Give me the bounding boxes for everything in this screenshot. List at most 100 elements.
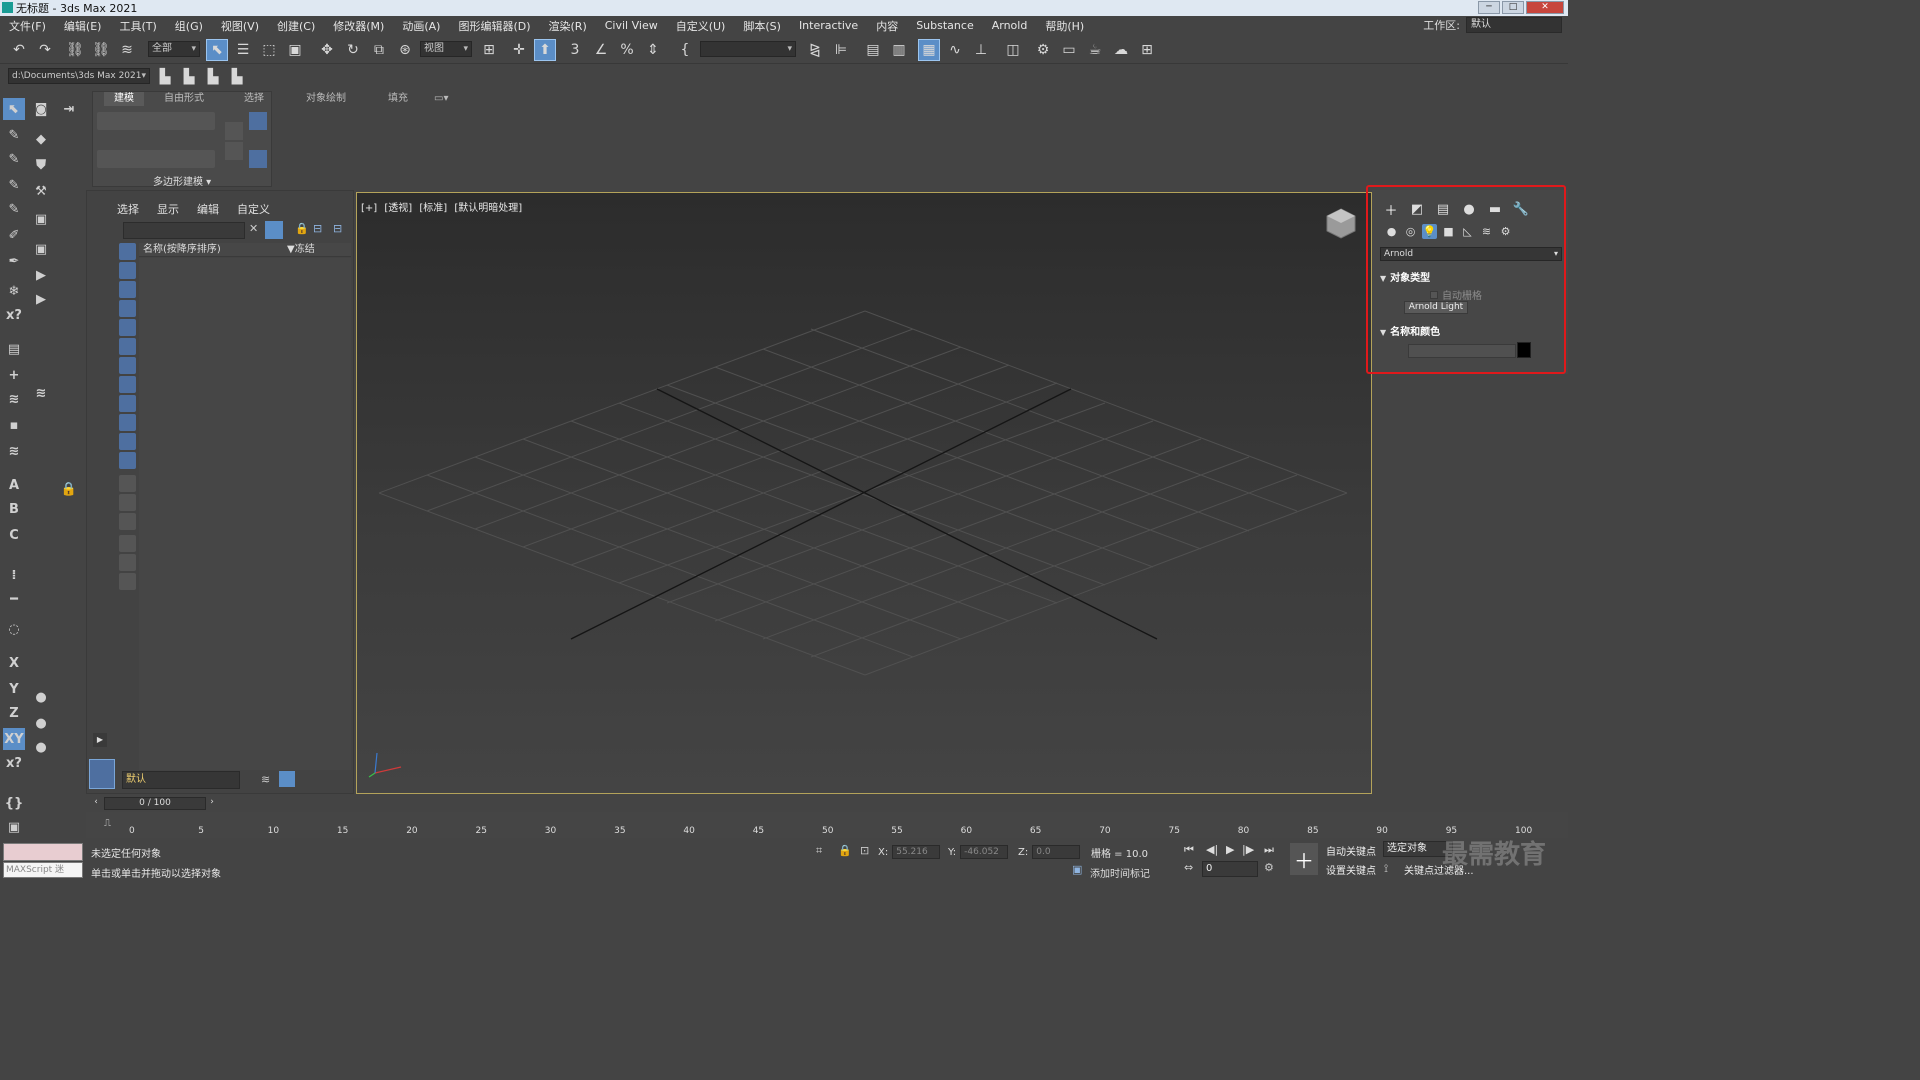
render-setup-icon[interactable]: ⚙ [1032, 39, 1054, 61]
text-c-icon[interactable]: C [3, 524, 25, 546]
menu-view[interactable]: 视图(V) [212, 18, 268, 34]
viewcube-icon[interactable] [1325, 207, 1357, 239]
text-b-icon[interactable]: B [3, 498, 25, 520]
coord-y-input[interactable]: -46.052 [960, 845, 1009, 859]
column-name[interactable]: 名称(按降序排序) [143, 244, 221, 255]
angle-snap-icon[interactable]: ∠ [590, 39, 612, 61]
rendered-frame-window-icon[interactable]: ▭ [1058, 39, 1080, 61]
goto-end-icon[interactable]: ⏭ [1264, 843, 1274, 857]
lock-explorer-icon[interactable]: 🔒 [295, 222, 309, 235]
filter-funnel2-icon[interactable] [119, 554, 136, 571]
close-button[interactable]: ✕ [1526, 1, 1564, 14]
curve-editor-mini-icon[interactable]: ⎍ [104, 818, 111, 829]
vertex-paint-icon[interactable]: ✐ [3, 224, 25, 246]
clear-search-icon[interactable]: ✕ [249, 222, 258, 235]
key-filter-icon[interactable]: ⟟ [1384, 862, 1388, 876]
brush-icon[interactable]: ✎ [3, 148, 25, 170]
link-icon[interactable]: ⛓ [64, 39, 86, 61]
maxscript-listener[interactable] [3, 843, 83, 861]
add-layer-icon[interactable]: + [3, 364, 25, 386]
cube-select-icon[interactable]: ▣ [30, 208, 52, 230]
set-key-button[interactable]: 设置关键点 [1326, 862, 1376, 877]
time-slider[interactable]: 0 / 100 [104, 797, 206, 810]
set-key-icon[interactable]: ＋ [1290, 843, 1318, 875]
coord-z-input[interactable]: 0.0 [1032, 845, 1081, 859]
shirt-icon[interactable]: ⛊ [30, 154, 52, 176]
circle-grey-icon[interactable]: ● [30, 686, 52, 708]
material-editor-icon[interactable]: ◫ [1002, 39, 1024, 61]
select-object-icon[interactable]: ⬉ [206, 39, 228, 61]
menu-modifiers[interactable]: 修改器(M) [324, 18, 393, 34]
ribbon-panel-label[interactable]: 多边形建模 ▾ [153, 173, 211, 188]
measure-icon[interactable]: ━ [3, 588, 25, 610]
edit-named-sel-icon[interactable]: { [674, 39, 696, 61]
circle-grey3-icon[interactable]: ● [30, 736, 52, 758]
workspace-dropdown[interactable]: 默认 [1466, 17, 1562, 33]
filter-xrefs-icon[interactable] [119, 376, 136, 393]
stack-icon[interactable]: ▤ [3, 338, 25, 360]
current-frame-input[interactable]: 0 [1202, 861, 1258, 877]
scene-tab-display[interactable]: 显示 [157, 201, 179, 217]
curly-brace-icon[interactable]: {} [3, 792, 25, 814]
pen-icon[interactable]: ✒ [3, 250, 25, 272]
axis-x-icon[interactable]: X [3, 652, 25, 674]
a360-gallery-icon[interactable]: ⊞ [1136, 39, 1158, 61]
create-project-from-current-icon[interactable]: ▙ [226, 66, 248, 88]
play-icon[interactable]: ▶ [30, 264, 52, 286]
import-icon[interactable]: ⇥ [58, 98, 80, 120]
lock-icon[interactable]: 🔒 [58, 478, 80, 500]
place-icon[interactable]: ⊛ [394, 39, 416, 61]
filter-shapes-icon[interactable] [119, 262, 136, 279]
filter-icon[interactable] [265, 221, 283, 239]
scene-tab-customize[interactable]: 自定义 [237, 201, 270, 217]
scene-tab-edit[interactable]: 编辑 [197, 201, 219, 217]
box-play-icon[interactable]: ▶ [30, 288, 52, 310]
menu-edit[interactable]: 编辑(E) [55, 18, 111, 34]
keyboard-shortcut-override-icon[interactable]: ⬆ [534, 39, 556, 61]
toggle-scene-explorer-icon[interactable]: ▤ [862, 39, 884, 61]
axis-xy-icon[interactable]: XY [3, 728, 25, 750]
ribbon-tab-selection[interactable]: 选择 [234, 92, 274, 106]
display-icon[interactable]: ▣ [30, 238, 52, 260]
cubes-icon[interactable]: ≋ [3, 440, 25, 462]
menu-substance[interactable]: Substance [907, 19, 983, 32]
align-icon[interactable]: ⊫ [830, 39, 852, 61]
menu-animation[interactable]: 动画(A) [393, 18, 449, 34]
ribbon-options-icon[interactable]: ▭▾ [424, 92, 458, 106]
display-all-icon[interactable] [119, 475, 136, 492]
circle-grey2-icon[interactable]: ● [30, 712, 52, 734]
reference-coord-dropdown[interactable]: 视图 [420, 41, 472, 57]
layer-dropdown[interactable]: 默认 [122, 771, 240, 789]
scene-object-list[interactable] [139, 258, 351, 770]
select-by-name-icon[interactable]: ☰ [232, 39, 254, 61]
viewport-perspective[interactable]: [+] [透视] [标准] [默认明暗处理] [356, 192, 1372, 794]
ribbon-tool-edit2[interactable] [225, 142, 243, 160]
menu-group[interactable]: 组(G) [166, 18, 212, 34]
ribbon-tool-blue2[interactable] [249, 150, 267, 168]
menu-help[interactable]: 帮助(H) [1036, 18, 1093, 34]
render-production-icon[interactable]: ☕ [1084, 39, 1106, 61]
schematic-view-icon[interactable]: ⊥ [970, 39, 992, 61]
curve-editor-icon[interactable]: ∿ [944, 39, 966, 61]
lasso-icon[interactable]: ✎ [3, 124, 25, 146]
paint-icon[interactable]: ✎ [3, 174, 25, 196]
filter-bones-icon[interactable] [119, 395, 136, 412]
create-empty-project-icon[interactable]: ▙ [202, 66, 224, 88]
render-in-cloud-icon[interactable]: ☁ [1110, 39, 1132, 61]
menu-content[interactable]: 内容 [867, 18, 907, 34]
axis-constraint-icon[interactable]: x? [3, 752, 25, 774]
add-time-tag[interactable]: 添加时间标记 [1090, 865, 1150, 880]
filter-spacewarps-icon[interactable] [119, 338, 136, 355]
axis-y-icon[interactable]: Y [3, 678, 25, 700]
hierarchy-icon[interactable]: ⊟ [313, 222, 322, 235]
expand-arrow-icon[interactable]: ▶ [93, 733, 107, 747]
display-none-icon[interactable] [119, 494, 136, 511]
filter-containers-icon[interactable] [119, 414, 136, 431]
redo-icon[interactable]: ↷ [34, 39, 56, 61]
ribbon-tool-edit[interactable] [225, 122, 243, 140]
save-icon[interactable]: ▣ [3, 816, 25, 838]
sort-icon[interactable]: ⊟ [333, 222, 342, 235]
maximize-button[interactable]: □ [1502, 1, 1524, 14]
filter-geometry-icon[interactable] [119, 243, 136, 260]
scale-icon[interactable]: ⧉ [368, 39, 390, 61]
